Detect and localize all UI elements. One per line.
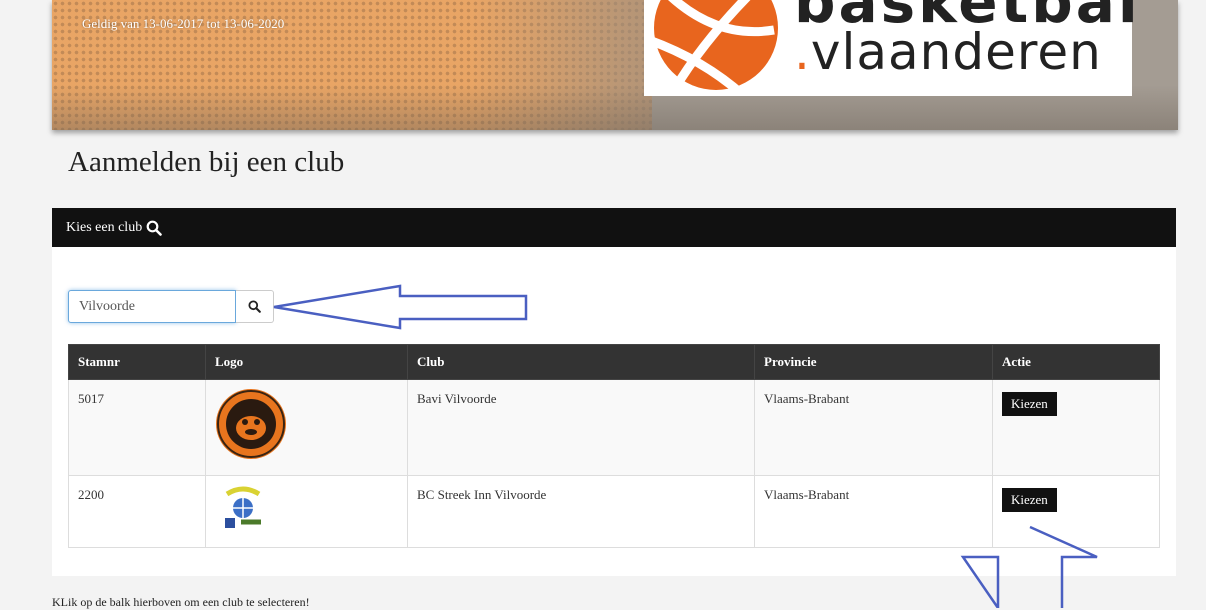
stamnr-cell: 2200 <box>68 475 206 548</box>
action-cell: Kiezen <box>992 475 1160 548</box>
column-header-stamnr: Stamnr <box>68 344 206 380</box>
column-header-provincie: Provincie <box>754 344 993 380</box>
province-cell: Vlaams-Brabant <box>754 475 993 548</box>
stamnr-cell: 5017 <box>68 379 206 476</box>
table-header-row: Stamnr Logo Club Provincie Actie <box>68 344 1160 380</box>
club-logo-bavi <box>216 389 286 459</box>
logo-word: .vlaanderen <box>794 23 1102 81</box>
club-panel: Kies een club Stamnr Logo Club Provincie… <box>52 208 1176 576</box>
table-row: 2200 BC Streek Inn Vilvoorde Vlaams-Brab… <box>68 475 1160 548</box>
column-header-club: Club <box>407 344 755 380</box>
search-icon <box>146 220 163 236</box>
logo-cell <box>205 475 408 548</box>
logo-cell <box>205 379 408 476</box>
action-cell: Kiezen <box>992 379 1160 476</box>
club-table: Stamnr Logo Club Provincie Actie 5017 Ba… <box>68 344 1160 548</box>
validity-text: Geldig van 13-06-2017 tot 13-06-2020 <box>82 16 285 31</box>
basketball-icon <box>647 0 778 96</box>
club-name-cell: BC Streek Inn Vilvoorde <box>407 475 755 548</box>
province-cell: Vlaams-Brabant <box>754 379 993 476</box>
choose-club-label: Kies een club <box>66 219 143 235</box>
search-icon <box>248 300 261 313</box>
basketbal-vlaanderen-logo: basketbal .vlaanderen <box>644 0 1138 96</box>
header-banner: Geldig van 13-06-2017 tot 13-06-2020 bas… <box>52 0 1178 130</box>
choose-club-button[interactable]: Kiezen <box>1002 392 1057 416</box>
column-header-actie: Actie <box>992 344 1160 380</box>
club-name-cell: Bavi Vilvoorde <box>407 379 755 476</box>
choose-club-bar[interactable]: Kies een club <box>52 208 1176 247</box>
column-header-logo: Logo <box>205 344 408 380</box>
club-search-input[interactable] <box>68 290 236 323</box>
search-button[interactable] <box>236 290 274 323</box>
choose-club-button[interactable]: Kiezen <box>1002 488 1057 512</box>
page-title: Aanmelden bij een club <box>68 146 345 178</box>
club-logo-streek-inn <box>225 486 261 528</box>
club-search <box>68 290 274 323</box>
table-row: 5017 Bavi Vilvoorde Vlaams-Brabant Kieze… <box>68 379 1160 476</box>
